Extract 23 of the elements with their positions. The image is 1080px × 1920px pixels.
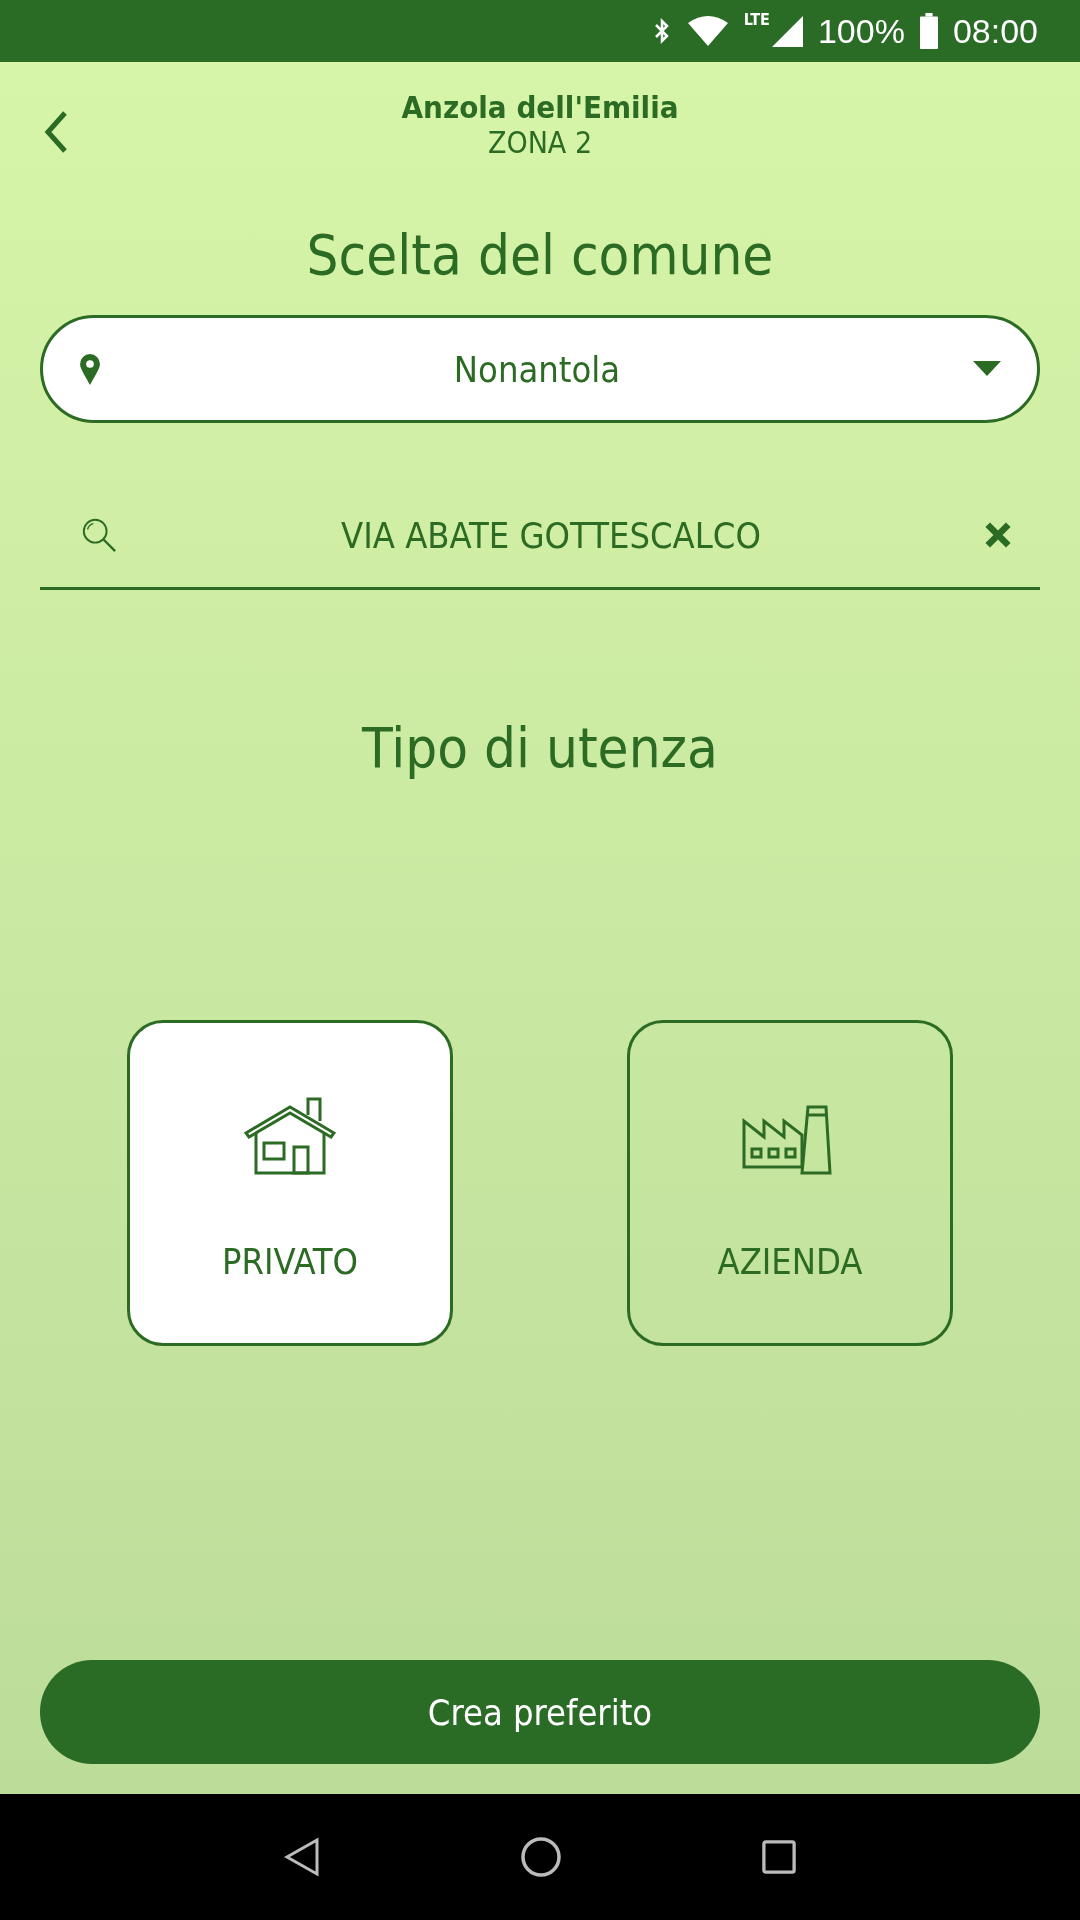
- back-nav-icon[interactable]: [284, 1837, 320, 1877]
- municipality-dropdown[interactable]: Nonantola: [40, 315, 1040, 423]
- section-heading: Scelta del comune: [306, 222, 774, 287]
- battery-icon: [918, 13, 939, 49]
- house-icon: [244, 1097, 336, 1175]
- network-label: LTE: [743, 10, 770, 29]
- header-subtitle: ZONA 2: [487, 124, 593, 160]
- clock: 08:00: [952, 11, 1038, 51]
- header-title: Anzola dell'Emilia: [401, 88, 679, 125]
- search-field[interactable]: VIA ABATE GOTTESCALCO: [40, 495, 1040, 590]
- caret-icon: [973, 361, 1001, 377]
- user-type-card[interactable]: AZIENDA: [627, 1020, 953, 1346]
- back-icon[interactable]: [44, 110, 68, 154]
- clear-icon[interactable]: [984, 521, 1012, 549]
- location-pin-icon: [79, 352, 101, 386]
- battery-percent: 100%: [817, 11, 905, 51]
- recents-nav-icon[interactable]: [762, 1840, 796, 1874]
- create-favorite-button[interactable]: Crea preferito: [40, 1660, 1040, 1764]
- home-nav-icon[interactable]: [520, 1836, 562, 1878]
- user-type-card[interactable]: PRIVATO: [127, 1020, 453, 1346]
- section-heading: Tipo di utenza: [362, 715, 718, 780]
- search-icon: [80, 516, 118, 554]
- wifi-icon: [685, 15, 730, 47]
